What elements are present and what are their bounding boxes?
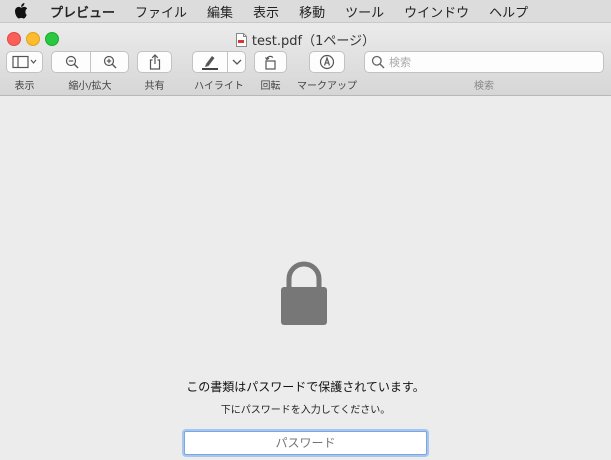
pdf-document-icon (235, 32, 247, 47)
highlight-control (192, 51, 246, 73)
lock-icon (281, 261, 327, 325)
menu-edit[interactable]: 編集 (207, 2, 233, 21)
search-placeholder: 検索 (389, 56, 411, 69)
share-label: 共有 (144, 81, 165, 92)
menu-view[interactable]: 表示 (253, 2, 279, 21)
menu-help[interactable]: ヘルプ (489, 2, 528, 21)
view-label: 表示 (14, 81, 35, 92)
zoom-control (51, 51, 129, 73)
search-label: 検索 (474, 81, 494, 92)
zoom-label: 縮小/拡大 (68, 81, 112, 92)
document-area: この書類はパスワードで保護されています。 下にパスワードを入力してください。 (0, 96, 611, 460)
zoom-out-icon (65, 55, 78, 69)
chevron-down-icon (232, 59, 242, 65)
protected-message: この書類はパスワードで保護されています。 (186, 380, 425, 394)
rotate-button[interactable] (254, 51, 287, 73)
highlighter-icon (202, 56, 218, 70)
apple-menu-icon[interactable] (14, 3, 30, 19)
menu-preview[interactable]: プレビュー (50, 2, 115, 21)
window-title: test.pdf（1ページ） (0, 30, 611, 49)
share-button[interactable] (137, 51, 172, 73)
markup-label: マークアップ (297, 81, 357, 92)
menu-file[interactable]: ファイル (135, 2, 187, 21)
zoom-in-icon (103, 55, 117, 69)
zoom-out-button[interactable] (52, 52, 91, 72)
rotate-icon (264, 55, 276, 70)
markup-icon (319, 54, 335, 70)
menu-go[interactable]: 移動 (299, 2, 325, 21)
sidebar-view-button[interactable] (6, 51, 43, 73)
highlight-options-button[interactable] (228, 52, 246, 72)
preview-window: test.pdf（1ページ） 表示 縮小/拡大 共有 ハイライト 回転 マークア… (0, 23, 611, 460)
search-field[interactable]: 検索 (364, 51, 604, 73)
password-instruction: 下にパスワードを入力してください。 (220, 405, 391, 416)
highlight-label: ハイライト (194, 81, 244, 92)
share-icon (149, 54, 160, 70)
search-icon (371, 55, 385, 69)
highlight-button[interactable] (193, 52, 227, 72)
menu-tools[interactable]: ツール (345, 2, 384, 21)
markup-button[interactable] (309, 51, 345, 73)
window-title-text: test.pdf（1ページ） (251, 34, 376, 49)
title-bar: test.pdf（1ページ） 表示 縮小/拡大 共有 ハイライト 回転 マークア… (0, 23, 611, 96)
rotate-label: 回転 (260, 81, 281, 92)
zoom-in-button[interactable] (91, 52, 129, 72)
sidebar-icon (11, 55, 36, 69)
menu-bar: プレビュー ファイル 編集 表示 移動 ツール ウインドウ ヘルプ (0, 0, 611, 23)
menu-window[interactable]: ウインドウ (404, 2, 469, 21)
password-input[interactable] (184, 431, 427, 455)
